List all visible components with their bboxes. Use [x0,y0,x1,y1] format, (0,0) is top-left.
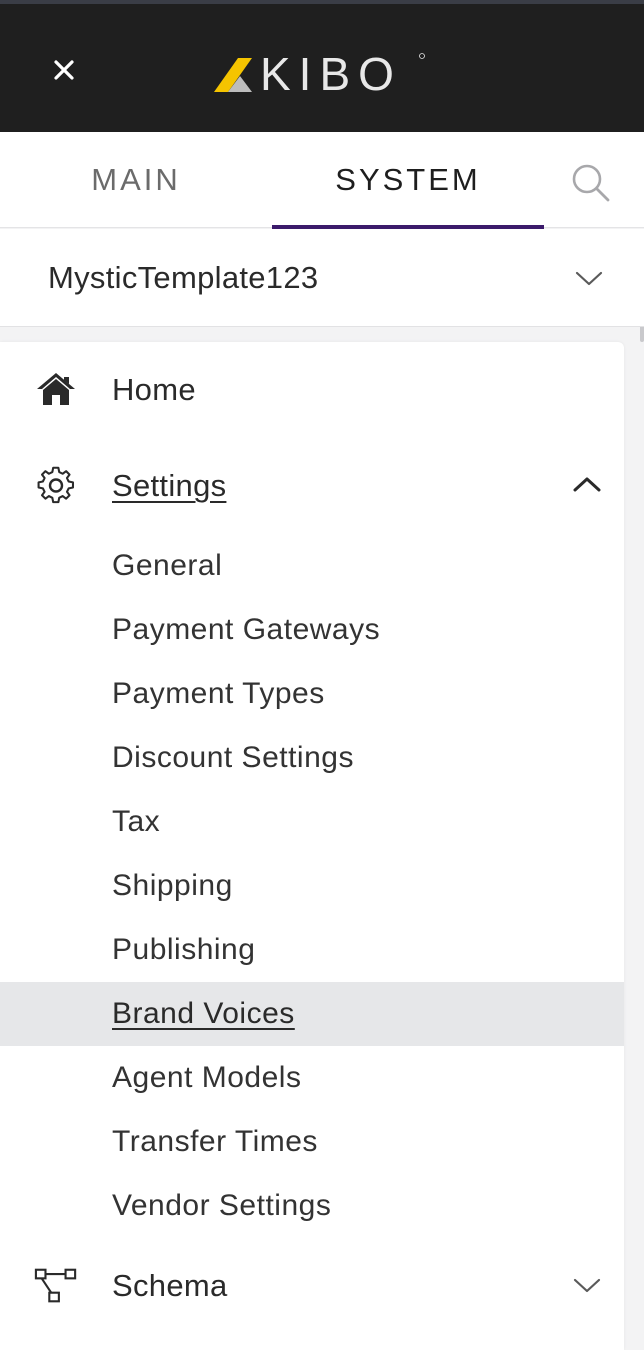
chevron-up-icon[interactable] [572,472,602,498]
nav-item-home[interactable]: Home [0,342,624,438]
settings-item-label: General [112,549,223,582]
settings-item-transfer-times[interactable]: Transfer Times [0,1110,624,1174]
settings-item-label: Agent Models [112,1061,302,1094]
settings-item-label: Payment Types [112,677,325,710]
settings-item-label: Vendor Settings [112,1189,332,1222]
settings-item-tax[interactable]: Tax [0,790,624,854]
chevron-down-icon [575,271,603,286]
chevron-down-icon[interactable] [572,1272,602,1298]
settings-item-shipping[interactable]: Shipping [0,854,624,918]
kibo-logo: KIBO [214,48,425,96]
gear-icon [34,464,78,508]
settings-item-publishing[interactable]: Publishing [0,918,624,982]
logo-text: KIBO [260,48,402,96]
close-menu-button[interactable] [44,50,84,90]
tab-main-label: MAIN [91,162,181,197]
home-icon [34,367,78,411]
settings-item-payment-gateways[interactable]: Payment Gateways [0,598,624,662]
nav-item-schema[interactable]: Schema [0,1242,624,1332]
settings-item-discount-settings[interactable]: Discount Settings [0,726,624,790]
tab-main[interactable]: MAIN [0,132,272,228]
nav-label-schema: Schema [112,1268,228,1303]
nav-label-settings: Settings [112,468,227,503]
settings-item-label: Payment Gateways [112,613,381,646]
tenant-name: MysticTemplate123 [48,259,319,295]
settings-item-general[interactable]: General [0,534,624,598]
menu-tabs: MAIN SYSTEM [0,132,644,342]
settings-item-agent-models[interactable]: Agent Models [0,1046,624,1110]
nav-item-settings[interactable]: Settings [0,438,624,534]
tenant-selector[interactable]: MysticTemplate123 [0,229,644,327]
search-icon [572,164,610,202]
settings-item-vendor-settings[interactable]: Vendor Settings [0,1174,624,1238]
nav-label-home: Home [112,372,196,407]
tab-system-label: SYSTEM [335,162,481,197]
settings-item-payment-types[interactable]: Payment Types [0,662,624,726]
tab-system[interactable]: SYSTEM [272,132,544,228]
navigation-menu: Home Settings General Payment Gateways P… [0,342,624,1350]
settings-item-label: Shipping [112,869,233,902]
settings-item-label: Publishing [112,933,256,966]
app-header: KIBO [0,4,644,132]
settings-item-label: Tax [112,805,161,838]
settings-item-label: Brand Voices [112,997,295,1030]
schema-icon [34,1264,78,1308]
settings-item-label: Discount Settings [112,741,354,774]
search-button[interactable] [566,158,616,208]
close-icon [54,60,74,80]
settings-item-label: Transfer Times [112,1125,318,1158]
settings-item-brand-voices[interactable]: Brand Voices [0,982,624,1046]
